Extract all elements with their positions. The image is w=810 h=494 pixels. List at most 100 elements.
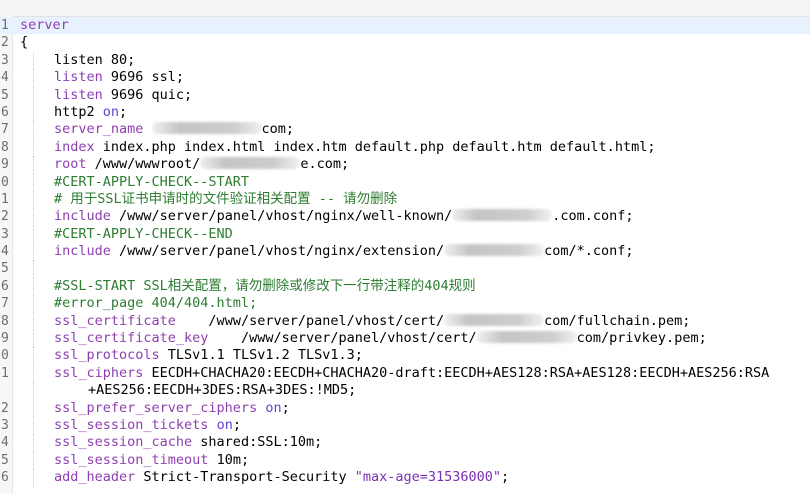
code-text[interactable]: #CERT-APPLY-CHECK--END [54,226,233,243]
code-line[interactable]: 3 #CERT-APPLY-CHECK--END [0,225,810,244]
line-number: 7 [1,122,9,138]
code-line[interactable]: 7 #error_page 404/404.html; [0,295,810,313]
code-line[interactable]: 4 ssl_session_cache shared:SSL:10m; [0,434,810,452]
code-text[interactable]: listen 80; [54,52,135,69]
directive-token: ssl_certificate_key [54,330,209,347]
code-text[interactable]: ssl_session_timeout 10m; [54,452,249,469]
code-line[interactable]: 4 listen 9696 ssl; [0,69,810,87]
code-token: 9696 ssl; [102,69,185,86]
indent-guide [33,330,34,348]
directive-token: ssl_certificate [54,312,176,329]
directive-token: ssl_ciphers [54,364,144,381]
code-text[interactable]: ssl_session_cache shared:SSL:10m; [54,434,322,451]
line-number: 4 [1,70,9,86]
comment-token: # 用于SSL证书申请时的文件验证相关配置 -- 请勿删除 [54,190,398,207]
code-text[interactable]: ssl_certificate_key /www/server/panel/vh… [54,330,707,347]
code-line[interactable]: 7 server_name com; [0,121,810,139]
code-text[interactable]: index index.php index.html index.htm def… [54,139,655,156]
code-token: +AES256:EECDH+3DES:RSA+3DES:!MD5; [88,382,357,399]
code-line[interactable]: 2 ssl_prefer_server_ciphers on; [0,399,810,417]
line-number: 3 [1,417,9,433]
line-number: 3 [1,226,9,242]
code-text[interactable]: server [20,17,69,34]
directive-token: listen [54,69,103,86]
line-number: 9 [1,331,9,347]
code-token: listen 80; [54,51,136,68]
code-text[interactable]: { [20,34,28,51]
directive-token: ssl_prefer_server_ciphers [54,399,258,416]
code-text[interactable]: #SSL-START SSL相关配置，请勿删除或修改下一行带注释的404规则 [54,278,476,295]
code-line[interactable]: 1 # 用于SSL证书申请时的文件验证相关配置 -- 请勿删除 [0,190,810,209]
code-line[interactable]: 2 include /www/server/panel/vhost/nginx/w… [0,208,810,226]
indent-guide [33,277,34,296]
indent-guide [33,312,34,331]
code-token: ; [501,469,510,486]
line-number: 1 [1,18,9,33]
line-number: 2 [1,400,9,416]
directive-token: include [54,243,111,260]
line-number: 0 [1,348,9,364]
code-text[interactable]: +AES256:EECDH+3DES:RSA+3DES:!MD5; [88,382,356,399]
boolean-token: on [265,399,282,416]
code-line[interactable]: 6 add_header Strict-Transport-Security "m… [0,469,810,487]
code-line[interactable]: 2{ [0,34,810,51]
code-line[interactable]: 4 include /www/server/panel/vhost/nginx/e… [0,243,810,261]
code-line[interactable]: 5 [0,260,810,278]
code-text[interactable]: # 用于SSL证书申请时的文件验证相关配置 -- 请勿删除 [54,191,397,208]
directive-token: ssl_protocols [54,347,160,364]
code-text[interactable]: http2 on; [54,104,127,121]
code-text[interactable]: ssl_ciphers EECDH+CHACHA20:EECDH+CHACHA2… [54,365,769,382]
directive-token: index [54,138,95,155]
code-text[interactable]: ssl_protocols TLSv1.1 TLSv1.2 TLSv1.3; [54,347,363,364]
code-line[interactable]: 9 ssl_certificate_key /www/server/panel/v… [0,330,810,348]
code-line[interactable]: 6 #SSL-START SSL相关配置，请勿删除或修改下一行带注释的404规则 [0,277,810,296]
code-token: { [20,34,29,51]
code-line[interactable]: 8 index index.php index.html index.htm de… [0,138,810,157]
code-token: /www/server/panel/vhost/nginx/well-known… [110,208,453,225]
code-text[interactable]: ssl_certificate /www/server/panel/vhost/… [54,313,690,330]
code-editor[interactable]: 1 server 2{3 listen 80; 4 listen 9696 ssl; 5 li… [0,0,810,494]
code-text[interactable]: #error_page 404/404.html; [54,295,257,312]
code-text[interactable]: ssl_prefer_server_ciphers on; [54,400,290,417]
indent-guide [33,69,34,87]
indent-guide [33,243,34,261]
code-line[interactable]: 9 root /www/wwwroot/e.com; [0,156,810,174]
directive-token: ssl_session_tickets [54,416,209,433]
directive-token: add_header [54,469,136,486]
indent-guide [33,51,34,70]
code-text[interactable]: include /www/server/panel/vhost/nginx/we… [54,208,634,225]
indent-guide [33,173,34,191]
code-line[interactable]: +AES256:EECDH+3DES:RSA+3DES:!MD5; [0,382,810,400]
code-text[interactable]: root /www/wwwroot/e.com; [54,156,349,173]
code-text[interactable]: server_name com; [54,121,294,138]
code-line[interactable]: 1 ssl_ciphers EECDH+CHACHA20:EECDH+CHACHA… [0,364,810,383]
code-token: TLSv1.1 TLSv1.2 TLSv1.3; [159,347,363,364]
line-number: 2 [1,209,9,225]
code-line[interactable]: 3 listen 80; [0,51,810,70]
comment-token: #error_page 404/404.html; [54,295,258,312]
code-line[interactable]: 5 ssl_session_timeout 10m; [0,451,810,470]
code-text[interactable]: ssl_session_tickets on; [54,417,241,434]
code-line[interactable]: 0 ssl_protocols TLSv1.1 TLSv1.2 TLSv1.3; [0,347,810,365]
code-text[interactable]: add_header Strict-Transport-Security "ma… [54,469,509,486]
code-line[interactable]: 0 #CERT-APPLY-CHECK--START [0,173,810,191]
code-text[interactable]: listen 9696 ssl; [54,69,184,86]
code-lines[interactable]: 1 server 2{3 listen 80; 4 listen 9696 ssl; 5 li… [0,17,810,487]
line-number: 7 [1,296,9,312]
indent-guide [33,295,34,313]
code-line[interactable]: 6 http2 on; [0,103,810,122]
indent-guide [33,138,34,157]
line-number: 8 [1,313,9,329]
code-text[interactable]: listen 9696 quic; [54,87,192,104]
code-line[interactable]: 5 listen 9696 quic; [0,86,810,104]
code-line[interactable]: 1 server [0,17,810,35]
code-line[interactable]: 3 ssl_session_tickets on; [0,416,810,435]
indent-guide [33,416,34,435]
code-token: com/*.conf; [544,243,634,260]
code-text[interactable]: include /www/server/panel/vhost/nginx/ex… [54,243,634,260]
code-token: Strict-Transport-Security [135,469,355,486]
code-line[interactable]: 8 ssl_certificate /www/server/panel/vhost… [0,312,810,331]
code-text[interactable]: #CERT-APPLY-CHECK--START [54,174,249,191]
code-token: /www/wwwroot/ [86,156,201,173]
